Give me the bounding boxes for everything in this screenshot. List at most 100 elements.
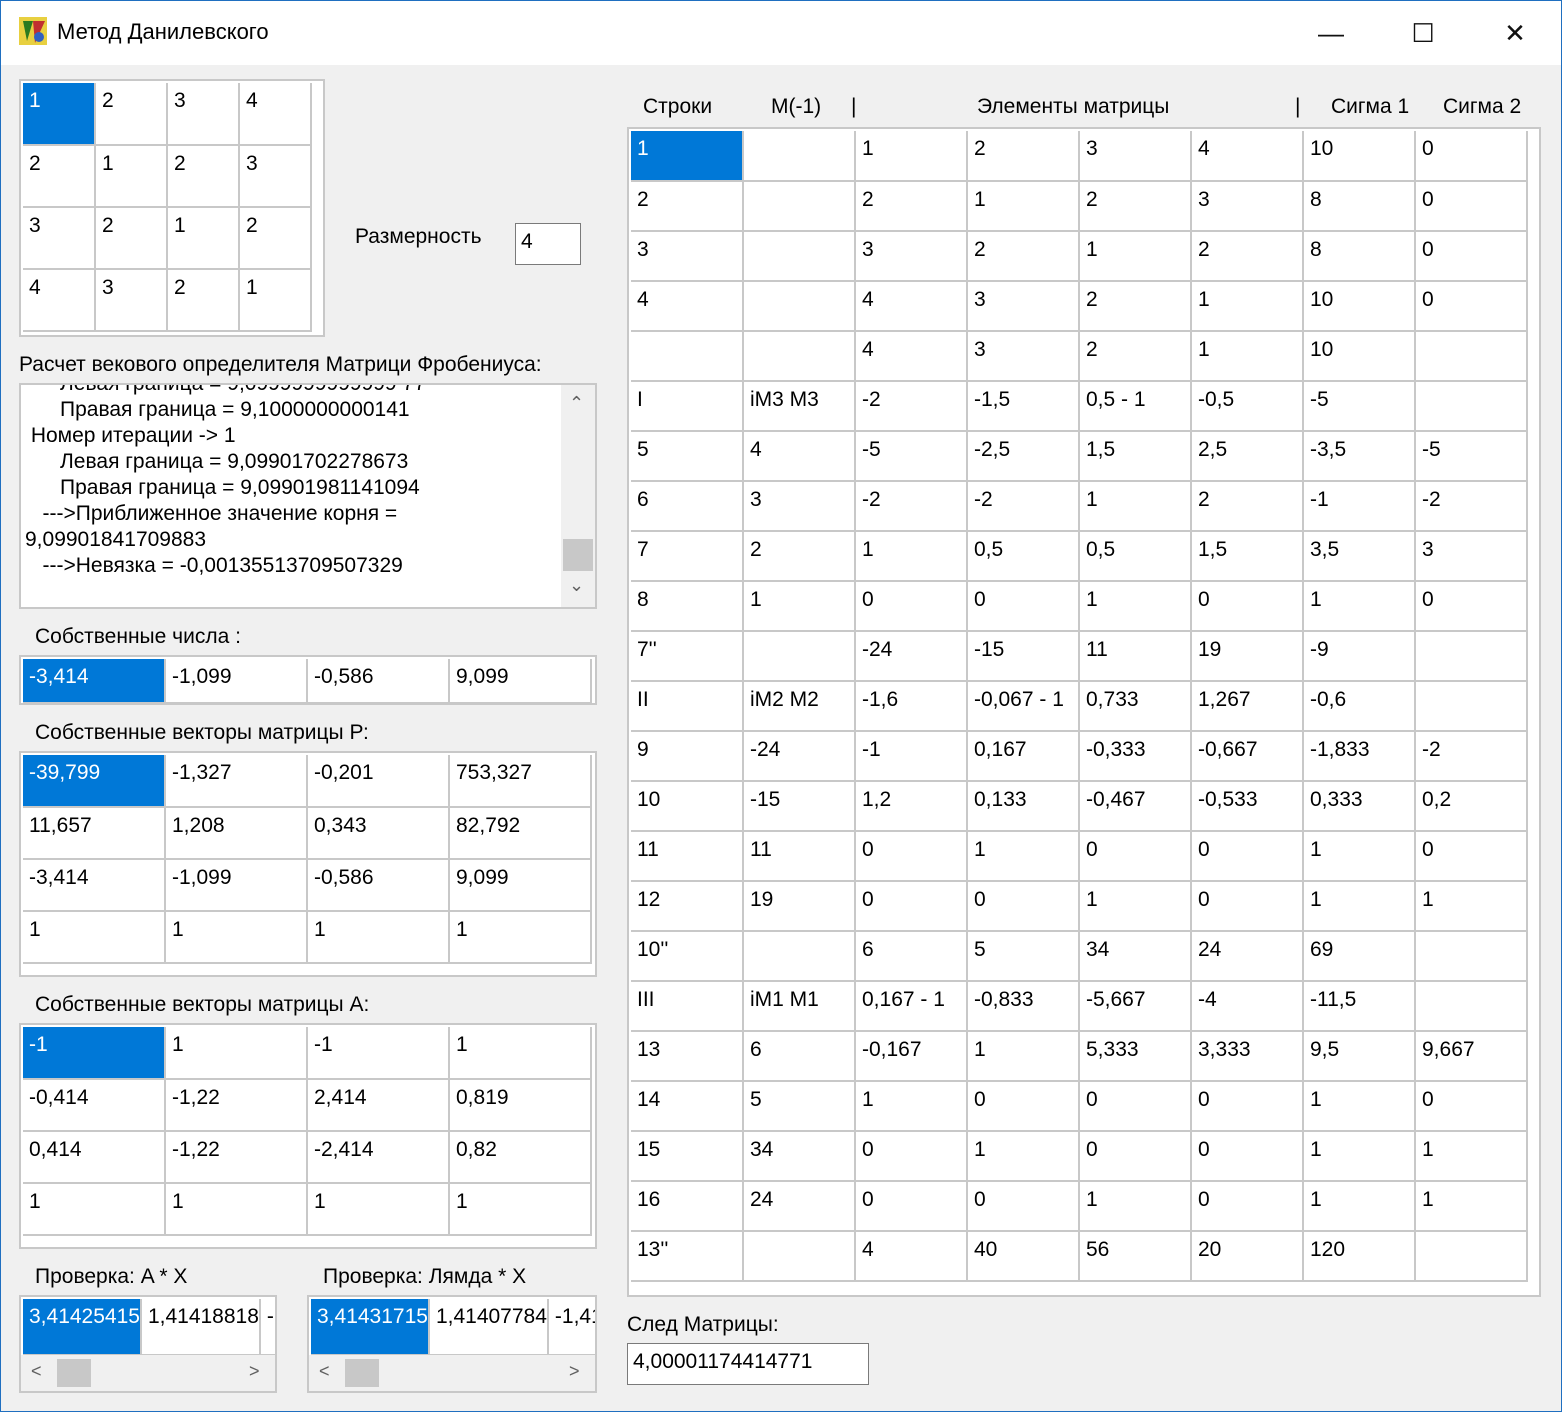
- grid-cell[interactable]: -3,5: [1303, 431, 1416, 482]
- grid-cell[interactable]: 2: [631, 181, 744, 232]
- scroll-up-icon[interactable]: ⌃: [569, 393, 584, 414]
- grid-cell[interactable]: 2: [95, 207, 168, 270]
- grid-cell[interactable]: 1: [855, 531, 968, 582]
- grid-cell[interactable]: 0,2: [1415, 781, 1528, 832]
- grid-cell[interactable]: 1: [1191, 281, 1304, 332]
- grid-cell[interactable]: -9: [1303, 631, 1416, 682]
- grid-cell[interactable]: [743, 281, 856, 332]
- grid-cell[interactable]: 1: [855, 131, 968, 182]
- grid-cell[interactable]: [631, 331, 744, 382]
- grid-cell[interactable]: -1,22: [165, 1131, 308, 1184]
- grid-cell[interactable]: -11,5: [1303, 981, 1416, 1032]
- check-lx-scrollbar[interactable]: < >: [309, 1355, 595, 1391]
- grid-cell[interactable]: [1415, 381, 1528, 432]
- grid-cell[interactable]: -0,586: [307, 659, 450, 704]
- grid-cell[interactable]: 0: [1415, 231, 1528, 282]
- grid-cell[interactable]: 0: [967, 1181, 1080, 1232]
- grid-cell[interactable]: 2: [95, 83, 168, 146]
- eigvec-a-grid[interactable]: -1 1 -1 1 -0,414 -1,22 2,414 0,819 0,414 -1,22 -2,…: [19, 1023, 597, 1249]
- grid-cell[interactable]: 1: [1079, 1181, 1192, 1232]
- grid-cell[interactable]: [743, 631, 856, 682]
- grid-cell[interactable]: -5: [855, 431, 968, 482]
- grid-cell[interactable]: 1: [165, 1183, 308, 1236]
- grid-cell[interactable]: 0,167 - 1: [855, 981, 968, 1032]
- grid-cell[interactable]: 1: [95, 145, 168, 208]
- grid-cell[interactable]: [1415, 1231, 1528, 1282]
- dimension-input[interactable]: 4: [515, 223, 581, 265]
- grid-cell[interactable]: 0: [855, 831, 968, 882]
- grid-cell[interactable]: 24: [1191, 931, 1304, 982]
- scroll-thumb[interactable]: [345, 1359, 379, 1387]
- scroll-right-icon[interactable]: >: [569, 1361, 580, 1382]
- grid-cell[interactable]: 8: [631, 581, 744, 632]
- grid-cell[interactable]: 6: [855, 931, 968, 982]
- grid-cell[interactable]: -2,414: [307, 1131, 450, 1184]
- grid-cell[interactable]: 5: [743, 1081, 856, 1132]
- scroll-left-icon[interactable]: <: [31, 1361, 42, 1382]
- grid-cell[interactable]: 1,208: [165, 807, 308, 860]
- grid-cell[interactable]: 0: [1079, 1131, 1192, 1182]
- grid-cell[interactable]: 2: [1191, 231, 1304, 282]
- grid-cell[interactable]: -24: [855, 631, 968, 682]
- grid-cell[interactable]: -5: [1415, 431, 1528, 482]
- grid-cell[interactable]: 0: [1415, 281, 1528, 332]
- grid-cell[interactable]: -2: [1415, 481, 1528, 532]
- grid-cell[interactable]: -0,833: [967, 981, 1080, 1032]
- grid-cell[interactable]: 3: [967, 281, 1080, 332]
- grid-cell[interactable]: 0: [1191, 1081, 1304, 1132]
- grid-cell[interactable]: 1: [1303, 1081, 1416, 1132]
- grid-cell[interactable]: 1,2: [855, 781, 968, 832]
- grid-cell[interactable]: 4: [1191, 131, 1304, 182]
- grid-cell[interactable]: 8: [1303, 181, 1416, 232]
- grid-cell[interactable]: -1,099: [165, 859, 308, 912]
- grid-cell[interactable]: 1: [743, 581, 856, 632]
- grid-cell[interactable]: -3,414: [23, 659, 166, 704]
- grid-cell[interactable]: -15: [967, 631, 1080, 682]
- grid-cell[interactable]: 0: [1415, 1081, 1528, 1132]
- check-ax-grid[interactable]: 3,414254151,41418818-1, < >: [19, 1295, 277, 1393]
- grid-cell[interactable]: [743, 331, 856, 382]
- minimize-button[interactable]: —: [1285, 1, 1377, 65]
- grid-cell[interactable]: 16: [631, 1181, 744, 1232]
- grid-cell[interactable]: 1: [631, 131, 744, 182]
- grid-cell[interactable]: 11,657: [23, 807, 166, 860]
- grid-cell[interactable]: 0,82: [449, 1131, 592, 1184]
- grid-cell[interactable]: III: [631, 981, 744, 1032]
- grid-cell[interactable]: -4: [1191, 981, 1304, 1032]
- grid-cell[interactable]: 2: [967, 131, 1080, 182]
- grid-cell[interactable]: 1,41407784: [428, 1299, 549, 1356]
- scroll-thumb[interactable]: [57, 1359, 91, 1387]
- grid-cell[interactable]: 0,167: [967, 731, 1080, 782]
- grid-cell[interactable]: -1,327: [165, 755, 308, 808]
- grid-cell[interactable]: 2: [855, 181, 968, 232]
- grid-cell[interactable]: 0: [1079, 1081, 1192, 1132]
- grid-cell[interactable]: 6: [631, 481, 744, 532]
- input-matrix-grid[interactable]: 1234212332124321: [19, 79, 325, 337]
- grid-cell[interactable]: 0: [967, 881, 1080, 932]
- grid-cell[interactable]: -2: [1415, 731, 1528, 782]
- grid-cell[interactable]: -2,5: [967, 431, 1080, 482]
- grid-cell[interactable]: -1: [855, 731, 968, 782]
- grid-cell[interactable]: 0,733: [1079, 681, 1192, 732]
- grid-cell[interactable]: 1: [1303, 831, 1416, 882]
- grid-cell[interactable]: 9: [631, 731, 744, 782]
- grid-cell[interactable]: 40: [967, 1231, 1080, 1282]
- grid-cell[interactable]: -0,333: [1079, 731, 1192, 782]
- grid-cell[interactable]: -1,099: [165, 659, 308, 704]
- grid-cell[interactable]: 1: [449, 1183, 592, 1236]
- grid-cell[interactable]: -1: [307, 1027, 450, 1080]
- trace-output[interactable]: 4,00001174414771: [627, 1343, 869, 1385]
- grid-cell[interactable]: 1: [1415, 881, 1528, 932]
- grid-cell[interactable]: 1: [167, 207, 240, 270]
- grid-cell[interactable]: -39,799: [23, 755, 166, 808]
- grid-cell[interactable]: 0,133: [967, 781, 1080, 832]
- grid-cell[interactable]: 3: [1079, 131, 1192, 182]
- grid-cell[interactable]: 1: [967, 181, 1080, 232]
- grid-cell[interactable]: 1: [967, 1031, 1080, 1082]
- grid-cell[interactable]: 69: [1303, 931, 1416, 982]
- grid-cell[interactable]: 3: [743, 481, 856, 532]
- grid-cell[interactable]: 56: [1079, 1231, 1192, 1282]
- grid-cell[interactable]: 9,667: [1415, 1031, 1528, 1082]
- grid-cell[interactable]: [1415, 331, 1528, 382]
- grid-cell[interactable]: [1415, 981, 1528, 1032]
